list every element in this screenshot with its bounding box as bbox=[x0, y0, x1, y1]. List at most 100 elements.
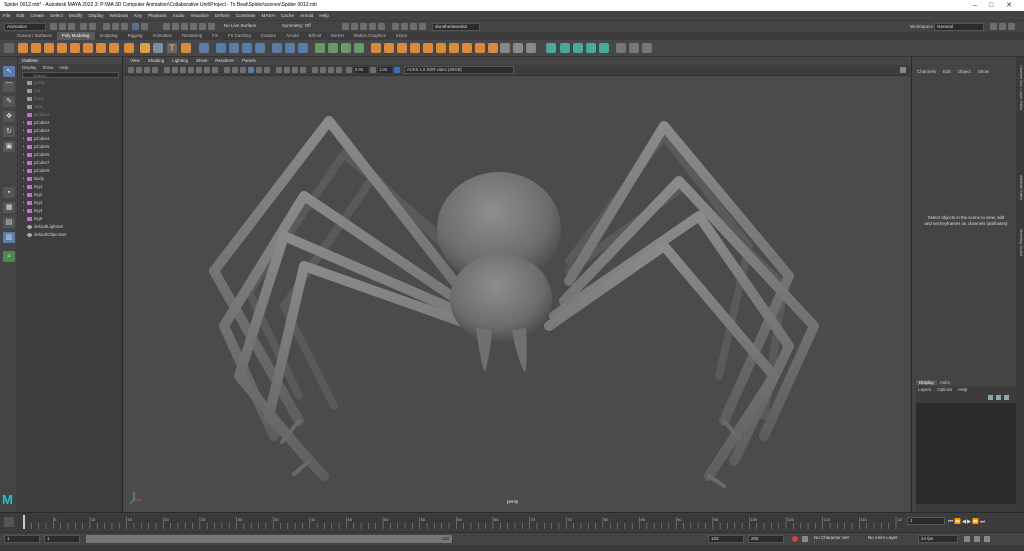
outliner-item[interactable]: + pCube8 bbox=[19, 167, 122, 175]
select-component-icon[interactable] bbox=[121, 23, 128, 30]
shelf-tab-rendering[interactable]: Rendering bbox=[177, 32, 207, 40]
step-forward-icon[interactable]: ⏩ bbox=[972, 519, 980, 525]
wireframe-icon[interactable] bbox=[224, 67, 230, 73]
shelf-tab-rigging[interactable]: Rigging bbox=[123, 32, 148, 40]
open-scene-icon[interactable] bbox=[59, 23, 66, 30]
tool-settings-icon[interactable] bbox=[410, 23, 417, 30]
audio-icon[interactable] bbox=[964, 536, 970, 542]
remesh-icon[interactable] bbox=[272, 43, 282, 53]
outliner-item[interactable]: + pCube6 bbox=[19, 151, 122, 159]
render-settings-icon[interactable] bbox=[360, 23, 367, 30]
move-tool-icon[interactable]: ✥ bbox=[3, 111, 15, 122]
menu-display[interactable]: Display bbox=[88, 13, 103, 18]
isolate-select-icon[interactable] bbox=[312, 67, 318, 73]
film-gate-icon[interactable] bbox=[172, 67, 178, 73]
go-to-end-icon[interactable]: ⏭ bbox=[980, 519, 986, 525]
safe-action-icon[interactable] bbox=[204, 67, 210, 73]
smooth-icon[interactable] bbox=[229, 43, 239, 53]
shelf-tab-arnold[interactable]: Arnold bbox=[281, 32, 304, 40]
select-by-object-icon[interactable] bbox=[132, 23, 139, 30]
poly-sphere-icon[interactable] bbox=[18, 43, 28, 53]
viewport-menu-panels[interactable]: Panels bbox=[242, 57, 256, 65]
motion-blur-icon[interactable] bbox=[284, 67, 290, 73]
poly-plane-icon[interactable] bbox=[83, 43, 93, 53]
resolution-gate-icon[interactable] bbox=[180, 67, 186, 73]
layer-list[interactable] bbox=[916, 403, 1016, 504]
retopo-icon[interactable] bbox=[285, 43, 295, 53]
boolean-icon[interactable] bbox=[242, 43, 252, 53]
viewport-menu-show[interactable]: Show bbox=[196, 57, 207, 65]
mask-icon[interactable] bbox=[141, 23, 148, 30]
user-account-dropdown[interactable]: dorothedwards2 bbox=[432, 23, 480, 31]
outliner-item[interactable]: + leg4 bbox=[19, 207, 122, 215]
screen-space-ao-icon[interactable] bbox=[276, 67, 282, 73]
panel-toggle-icon[interactable] bbox=[999, 23, 1006, 30]
menu-key[interactable]: Key bbox=[134, 13, 142, 18]
current-frame-field[interactable]: 1 bbox=[907, 517, 945, 525]
anti-aliasing-icon[interactable] bbox=[292, 67, 298, 73]
shelf-tab-motion-graphics[interactable]: Motion Graphics bbox=[349, 32, 391, 40]
layout-icon[interactable]: ▥ bbox=[3, 232, 15, 243]
hypershade-icon[interactable] bbox=[369, 23, 376, 30]
workspace-dropdown[interactable]: General bbox=[934, 23, 984, 31]
camera-attributes-icon[interactable] bbox=[136, 67, 142, 73]
expand-icon[interactable]: + bbox=[22, 199, 25, 207]
color-space-dropdown[interactable]: ACES 1.0 SDR-video (sRGB) bbox=[404, 66, 514, 74]
depth-of-field-icon[interactable] bbox=[300, 67, 306, 73]
outliner-item[interactable]: defaultLightSet bbox=[19, 223, 122, 231]
menu-create[interactable]: Create bbox=[30, 13, 44, 18]
grid-icon[interactable] bbox=[164, 67, 170, 73]
shelf-tab-fx-caching[interactable]: FX Caching bbox=[223, 32, 256, 40]
outliner-item[interactable]: + pCube5 bbox=[19, 143, 122, 151]
viewport-menu-shading[interactable]: Shading bbox=[148, 57, 165, 65]
bookmark-icon[interactable] bbox=[144, 67, 150, 73]
xray-joints-icon[interactable] bbox=[328, 67, 334, 73]
snap-grid-icon[interactable] bbox=[163, 23, 170, 30]
snap-vertex-icon[interactable] bbox=[208, 23, 215, 30]
shelf-tab-poly-modeling[interactable]: Poly Modeling bbox=[56, 32, 95, 40]
select-object-icon[interactable] bbox=[112, 23, 119, 30]
outliner-item[interactable]: + leg1 bbox=[19, 183, 122, 191]
camera-select-icon[interactable] bbox=[128, 67, 134, 73]
merge-icon[interactable] bbox=[384, 43, 394, 53]
close-icon[interactable]: ✕ bbox=[1002, 0, 1016, 11]
shelf-settings-icon[interactable] bbox=[4, 43, 14, 53]
gate-mask-icon[interactable] bbox=[188, 67, 194, 73]
timeline-ticks[interactable]: 5 10 15 20 25 30 35 40 45 50 55 60 65 70 75 80 85 90 95 100… bbox=[18, 515, 904, 529]
viewport-menu-view[interactable]: View bbox=[130, 57, 140, 65]
menu-arnold[interactable]: Arnold bbox=[300, 13, 313, 18]
field-chart-icon[interactable] bbox=[196, 67, 202, 73]
layer-options-icon[interactable] bbox=[1004, 395, 1009, 400]
gamma-icon[interactable] bbox=[370, 67, 376, 73]
menu-windows[interactable]: Windows bbox=[110, 13, 129, 18]
undo-icon[interactable] bbox=[80, 23, 87, 30]
side-tab-attribute-editor[interactable]: Attribute Editor bbox=[1017, 175, 1023, 200]
gamma-field[interactable]: 1.00 bbox=[378, 67, 392, 73]
sweep-mesh-icon[interactable] bbox=[140, 43, 150, 53]
new-layer-icon[interactable] bbox=[988, 395, 993, 400]
render-view-icon[interactable] bbox=[378, 23, 385, 30]
anim-layer-dropdown[interactable]: No Anim Layer bbox=[866, 535, 916, 543]
mirror-icon[interactable] bbox=[255, 43, 265, 53]
expand-icon[interactable]: + bbox=[22, 143, 25, 151]
menu-mash[interactable]: MASH bbox=[262, 13, 275, 18]
poly-cube-icon[interactable] bbox=[31, 43, 41, 53]
combine-icon[interactable] bbox=[199, 43, 209, 53]
outliner-item[interactable]: + Body bbox=[19, 175, 122, 183]
svg-icon[interactable] bbox=[181, 43, 191, 53]
menu-edit[interactable]: Edit bbox=[16, 13, 24, 18]
safe-title-icon[interactable] bbox=[212, 67, 218, 73]
type-tool-icon[interactable] bbox=[153, 43, 163, 53]
smooth-shade-icon[interactable] bbox=[232, 67, 238, 73]
expand-icon[interactable]: + bbox=[22, 207, 25, 215]
collapse-icon[interactable] bbox=[397, 43, 407, 53]
expand-icon[interactable]: + bbox=[22, 159, 25, 167]
redo-icon[interactable] bbox=[89, 23, 96, 30]
expand-icon[interactable]: + bbox=[22, 127, 25, 135]
outliner-item[interactable]: pCube1 bbox=[19, 111, 122, 119]
symmetry-dropdown[interactable]: Symmetry: Off bbox=[280, 23, 322, 31]
connect-icon[interactable] bbox=[449, 43, 459, 53]
use-all-lights-icon[interactable] bbox=[256, 67, 262, 73]
spherical-map-icon[interactable] bbox=[599, 43, 609, 53]
expand-icon[interactable]: + bbox=[22, 135, 25, 143]
